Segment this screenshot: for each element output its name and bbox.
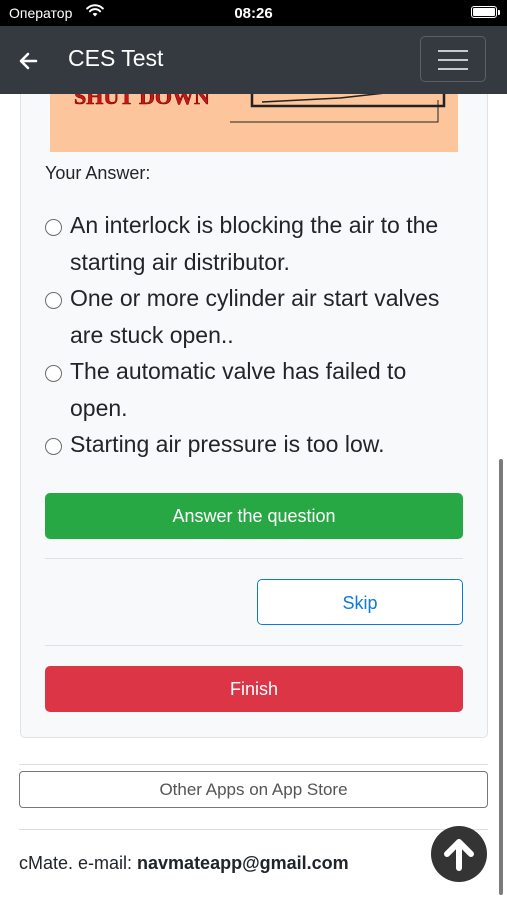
radio-button[interactable] bbox=[45, 438, 62, 455]
answer-option-text: Starting air pressure is too low. bbox=[70, 431, 385, 457]
finish-button[interactable]: Finish bbox=[45, 666, 463, 712]
divider bbox=[45, 558, 463, 559]
divider bbox=[45, 645, 463, 646]
contact-prefix: cMate. e-mail: bbox=[19, 853, 138, 873]
scroll-to-top-button[interactable] bbox=[431, 826, 487, 882]
answer-option-text: The automatic valve has failed to open. bbox=[70, 358, 407, 421]
contact-footer: cMate. e-mail: navmateapp@gmail.com bbox=[19, 853, 349, 874]
status-bar: Оператор 08:26 bbox=[0, 0, 507, 26]
your-answer-label: Your Answer: bbox=[45, 163, 151, 183]
answer-question-button[interactable]: Answer the question bbox=[45, 493, 463, 539]
clock: 08:26 bbox=[234, 5, 273, 22]
contact-email-link[interactable]: navmateapp@gmail.com bbox=[137, 853, 349, 873]
back-arrow-icon[interactable] bbox=[16, 48, 42, 74]
answer-option-text: An interlock is blocking the air to the … bbox=[70, 212, 439, 275]
answer-option-4[interactable]: Starting air pressure is too low. bbox=[45, 426, 465, 463]
image-gauge-line bbox=[261, 94, 383, 103]
radio-button[interactable] bbox=[45, 365, 62, 382]
radio-button[interactable] bbox=[45, 219, 62, 236]
divider bbox=[19, 764, 488, 765]
image-panel-frame bbox=[250, 94, 446, 108]
scrollbar[interactable] bbox=[499, 459, 503, 895]
battery-tip bbox=[498, 10, 500, 15]
answer-option-2[interactable]: One or more cylinder air start valves ar… bbox=[45, 280, 465, 354]
image-shutdown-text: SHUT DOWN bbox=[74, 94, 210, 109]
navbar: CES Test bbox=[0, 26, 507, 94]
answer-option-3[interactable]: The automatic valve has failed to open. bbox=[45, 353, 465, 427]
skip-button[interactable]: Skip bbox=[257, 579, 463, 625]
hamburger-line bbox=[438, 68, 468, 70]
image-connector-line bbox=[230, 100, 439, 123]
divider bbox=[19, 829, 488, 830]
battery-icon bbox=[471, 6, 497, 18]
question-image: SHUT DOWN bbox=[50, 94, 458, 152]
hamburger-menu-button[interactable] bbox=[420, 36, 486, 82]
hamburger-line bbox=[438, 59, 468, 61]
hamburger-line bbox=[438, 50, 468, 52]
answer-option-1[interactable]: An interlock is blocking the air to the … bbox=[45, 207, 465, 281]
radio-button[interactable] bbox=[45, 292, 62, 309]
answer-option-text: One or more cylinder air start valves ar… bbox=[70, 285, 440, 348]
arrow-up-icon bbox=[444, 839, 474, 871]
other-apps-button[interactable]: Other Apps on App Store bbox=[19, 771, 488, 808]
page-title: CES Test bbox=[68, 45, 164, 71]
